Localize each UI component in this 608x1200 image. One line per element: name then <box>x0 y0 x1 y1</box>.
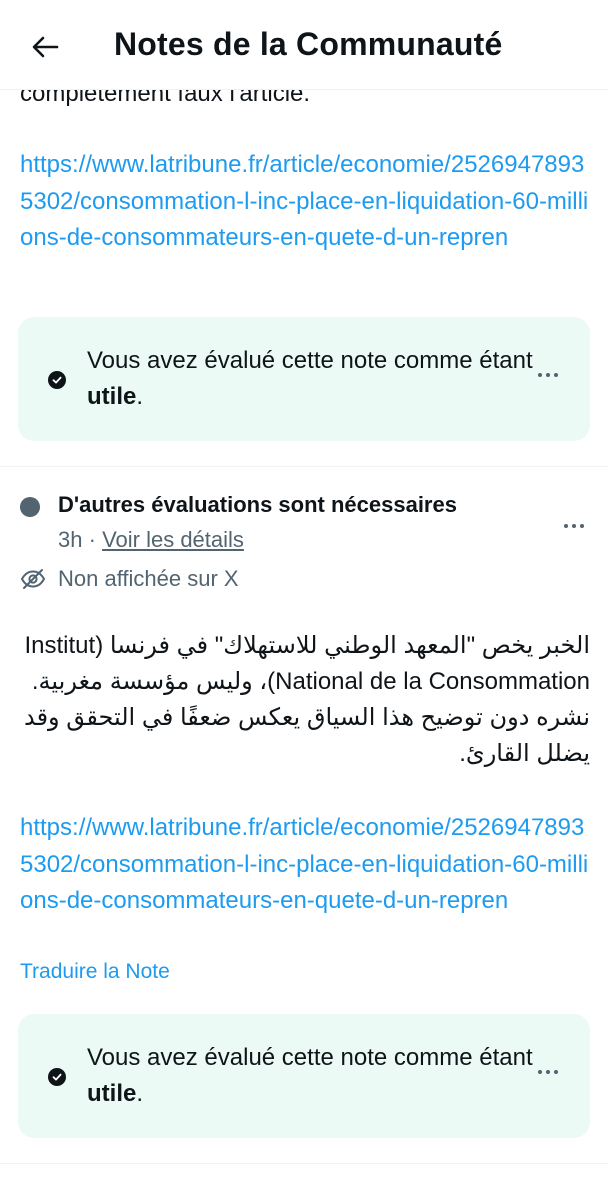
status-dot-icon <box>20 497 40 517</box>
note2-meta: 3h · Voir les détails <box>58 527 244 552</box>
more-options-icon[interactable] <box>536 370 560 380</box>
notes-scroll-area[interactable]: complètement faux l'article. https://www… <box>0 0 608 1200</box>
check-circle-icon <box>48 1068 66 1086</box>
top-app-bar: Notes de la Communauté <box>0 0 608 90</box>
note2-rating-box: Vous avez évalué cette note comme étant … <box>18 1014 590 1138</box>
arrow-left-icon[interactable] <box>28 30 62 64</box>
page-title: Notes de la Communauté <box>114 26 503 62</box>
note2-source-link[interactable]: https://www.latribune.fr/article/economi… <box>20 810 590 920</box>
translate-note-link[interactable]: Traduire la Note <box>20 960 170 984</box>
note2-visibility: Non affichée sur X <box>58 566 239 591</box>
note1-rating-value: utile <box>87 383 137 410</box>
note1-source-link[interactable]: https://www.latribune.fr/article/economi… <box>20 147 590 257</box>
more-options-icon[interactable] <box>536 1067 560 1077</box>
note1-rating-box: Vous avez évalué cette note comme étant … <box>18 317 590 441</box>
note2-status: D'autres évaluations sont nécessaires <box>58 492 457 517</box>
eye-off-icon <box>20 569 46 589</box>
note2-rating-text: Vous avez évalué cette note comme étant … <box>87 1044 533 1107</box>
see-details-link[interactable]: Voir les détails <box>102 527 244 552</box>
note2-rating-value: utile <box>87 1080 137 1107</box>
note-divider <box>0 466 608 467</box>
check-circle-icon <box>48 371 66 389</box>
note2-text: الخبر يخص "المعهد الوطني للاستهلاك" في ف… <box>23 632 590 767</box>
note-divider <box>0 1163 608 1164</box>
more-options-icon[interactable] <box>562 521 586 531</box>
note2-time: 3h <box>58 527 83 552</box>
note1-rating-text: Vous avez évalué cette note comme étant … <box>87 347 533 410</box>
